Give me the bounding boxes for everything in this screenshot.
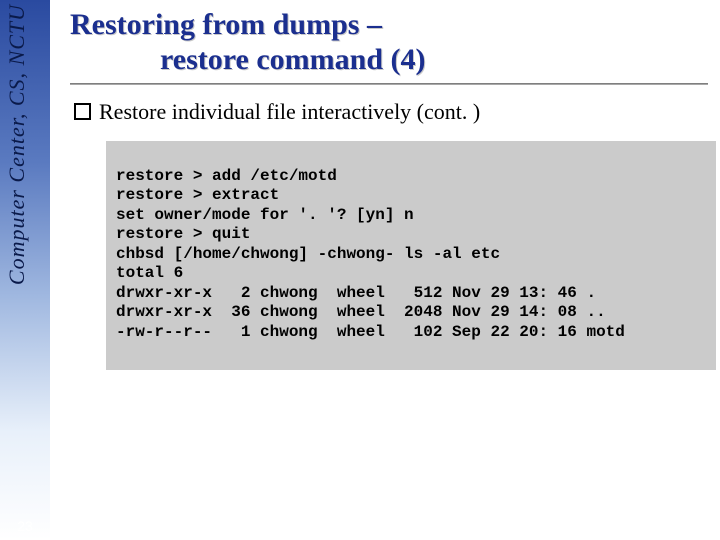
terminal-line: drwxr-xr-x 36 chwong wheel 2048 Nov 29 1…	[116, 303, 606, 321]
title-line-1: Restoring from dumps –	[70, 8, 382, 41]
terminal-line: chbsd [/home/chwong] -chwong- ls -al etc	[116, 245, 500, 263]
slide-title: Restoring from dumps – restore command (…	[70, 8, 708, 77]
bullet-row: Restore individual file interactively (c…	[74, 99, 708, 125]
terminal-line: set owner/mode for '. '? [yn] n	[116, 206, 414, 224]
title-line-2: restore command (4)	[70, 43, 708, 78]
terminal-line: restore > add /etc/motd	[116, 167, 337, 185]
bullet-square-icon	[74, 103, 91, 120]
bullet-text: Restore individual file interactively (c…	[99, 99, 480, 124]
terminal-line: drwxr-xr-x 2 chwong wheel 512 Nov 29 13:…	[116, 284, 596, 302]
terminal-line: restore > extract	[116, 186, 279, 204]
institution-label: Computer Center, CS, NCTU	[4, 4, 30, 285]
slide-content: Restoring from dumps – restore command (…	[70, 8, 708, 370]
page-number: 23	[0, 518, 50, 534]
terminal-line: restore > quit	[116, 225, 250, 243]
sidebar: Computer Center, CS, NCTU 23	[0, 0, 50, 540]
terminal-line: total 6	[116, 264, 183, 282]
title-rule	[70, 83, 708, 85]
terminal-block: restore > add /etc/motd restore > extrac…	[106, 141, 716, 370]
terminal-line: -rw-r--r-- 1 chwong wheel 102 Sep 22 20:…	[116, 323, 625, 341]
